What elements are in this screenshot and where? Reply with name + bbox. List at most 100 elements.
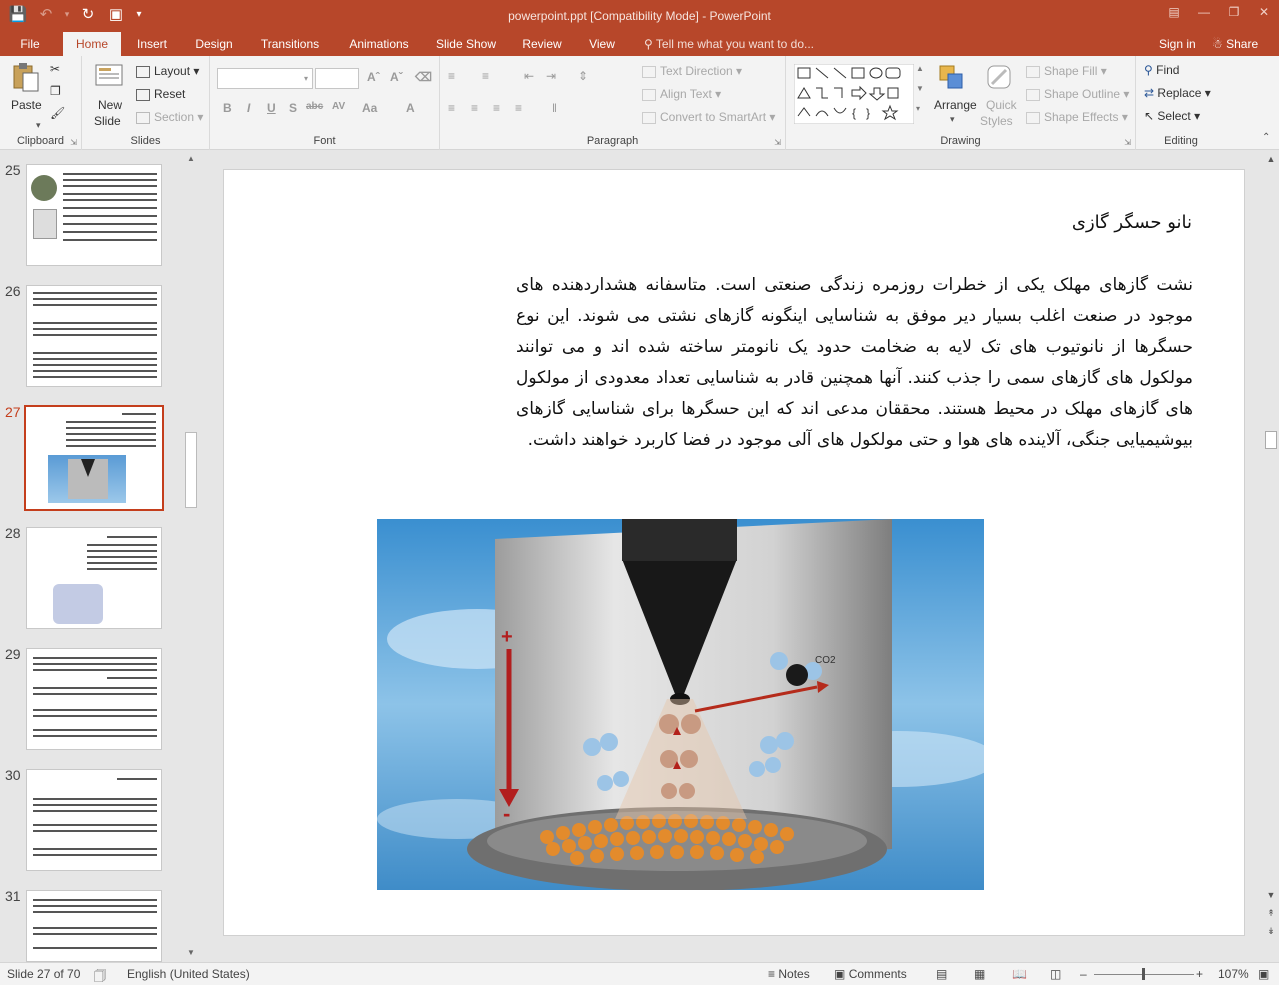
columns-icon[interactable]: ‖	[552, 101, 557, 115]
tab-animations[interactable]: Animations	[340, 32, 418, 56]
ribbon-display-icon[interactable]: ▤	[1159, 0, 1189, 24]
slide-scrollbar[interactable]: ▲ ▼ ↟ ↡	[1263, 150, 1279, 962]
format-painter-icon[interactable]: 🖌	[50, 106, 65, 120]
italic-icon[interactable]: I	[247, 101, 250, 115]
align-left-icon[interactable]: ≡	[448, 101, 455, 115]
bold-icon[interactable]: B	[223, 101, 232, 115]
reading-view-icon[interactable]: 📖	[1012, 967, 1027, 981]
tab-slide-show[interactable]: Slide Show	[430, 32, 502, 56]
slide-thumbnail-28[interactable]	[26, 527, 162, 629]
slide-thumbnail-26[interactable]	[26, 285, 162, 387]
language-status[interactable]: English (United States)	[127, 967, 250, 981]
reset-button[interactable]: Reset	[136, 87, 185, 101]
paragraph-dialog-launcher-icon[interactable]: ⇲	[774, 138, 781, 147]
restore-icon[interactable]: ❐	[1219, 0, 1249, 24]
select-button[interactable]: ↖ Select ▾	[1144, 109, 1200, 123]
scrollbar-thumb[interactable]	[185, 432, 197, 508]
arrange-dropdown-icon[interactable]: ▾	[950, 114, 955, 125]
shapes-scroll-down-icon[interactable]: ▼	[916, 84, 924, 93]
paste-button[interactable]: Paste	[11, 98, 42, 112]
dialog-launcher-icon[interactable]: ⇲	[70, 138, 77, 147]
bullets-icon[interactable]: ≡	[448, 69, 455, 83]
font-color-icon[interactable]: A	[406, 101, 415, 115]
zoom-out-icon[interactable]: –	[1080, 967, 1087, 981]
gas-sensor-image[interactable]: CO2 + -	[377, 519, 984, 890]
change-case-icon[interactable]: Aa	[362, 101, 377, 115]
section-button[interactable]: Section ▾	[136, 110, 203, 124]
slide-body-text[interactable]: نشت گازهای مهلک یکی از خطرات روزمره زندگ…	[516, 270, 1193, 456]
shapes-more-icon[interactable]: ▾	[916, 104, 920, 113]
spell-check-icon[interactable]: 🗍	[94, 967, 106, 985]
arrange-button[interactable]: Arrange	[934, 98, 977, 112]
scroll-down-icon[interactable]: ▼	[184, 946, 198, 960]
shapes-scroll-up-icon[interactable]: ▲	[916, 64, 924, 73]
text-shadow-icon[interactable]: S	[289, 101, 297, 115]
minimize-icon[interactable]: —	[1189, 0, 1219, 24]
slide-thumbnail-29[interactable]	[26, 648, 162, 750]
clear-formatting-icon[interactable]: ⌫	[415, 70, 432, 84]
cut-icon[interactable]: ✂	[50, 62, 60, 76]
shape-fill-button[interactable]: Shape Fill ▾	[1026, 64, 1107, 78]
paste-dropdown-icon[interactable]: ▾	[36, 120, 41, 131]
tab-insert[interactable]: Insert	[130, 32, 174, 56]
scrollbar-thumb[interactable]	[1265, 431, 1277, 449]
strikethrough-icon[interactable]: abc	[306, 101, 323, 112]
tell-me-box[interactable]: ⚲ Tell me what you want to do...	[644, 32, 814, 56]
next-slide-icon[interactable]: ↡	[1265, 926, 1277, 937]
line-spacing-icon[interactable]: ⇕	[578, 69, 588, 83]
zoom-slider-handle[interactable]	[1142, 968, 1145, 980]
scroll-down-icon[interactable]: ▼	[1265, 890, 1277, 900]
shapes-gallery[interactable]: { }	[794, 64, 914, 124]
sign-in-link[interactable]: Sign in	[1159, 32, 1196, 56]
comments-button[interactable]: ▣ Comments	[834, 967, 907, 981]
increase-indent-icon[interactable]: ⇥	[546, 69, 556, 83]
notes-button[interactable]: ≡ Notes	[768, 967, 810, 981]
share-button[interactable]: ☃ Share	[1212, 32, 1258, 56]
thumbnails-scrollbar[interactable]: ▲ ▼	[184, 150, 198, 962]
find-button[interactable]: ⚲ Find	[1144, 63, 1179, 77]
justify-icon[interactable]: ≡	[515, 101, 522, 115]
character-spacing-icon[interactable]: AV	[332, 101, 345, 112]
increase-font-icon[interactable]: Aˆ	[367, 70, 380, 84]
layout-button[interactable]: Layout ▾	[136, 64, 199, 78]
font-name-combo[interactable]	[217, 68, 313, 89]
tab-file[interactable]: File	[10, 32, 50, 56]
close-icon[interactable]: ✕	[1249, 0, 1279, 24]
slide-thumbnail-25[interactable]	[26, 164, 162, 266]
align-right-icon[interactable]: ≡	[493, 101, 500, 115]
new-slide-button[interactable]: New	[98, 98, 122, 112]
shape-effects-button[interactable]: Shape Effects ▾	[1026, 110, 1128, 124]
quick-styles-button[interactable]: Quick	[986, 98, 1017, 112]
slide-thumbnail-30[interactable]	[26, 769, 162, 871]
tab-view[interactable]: View	[582, 32, 622, 56]
decrease-font-icon[interactable]: Aˇ	[390, 70, 403, 84]
slide-thumbnail-27[interactable]	[24, 405, 164, 511]
fit-to-window-icon[interactable]: ▣	[1258, 967, 1269, 981]
collapse-ribbon-icon[interactable]: ⌃	[1262, 132, 1270, 143]
font-name-dropdown-icon[interactable]: ▾	[300, 68, 313, 89]
scroll-up-icon[interactable]: ▲	[184, 152, 198, 166]
text-direction-button[interactable]: Text Direction ▾	[642, 64, 742, 78]
slide-sorter-icon[interactable]: ▦	[974, 967, 985, 981]
scroll-up-icon[interactable]: ▲	[1265, 154, 1277, 164]
tab-home[interactable]: Home	[63, 32, 121, 56]
tab-transitions[interactable]: Transitions	[252, 32, 328, 56]
quick-styles-button-line2[interactable]: Styles	[980, 114, 1013, 128]
decrease-indent-icon[interactable]: ⇤	[524, 69, 534, 83]
tab-review[interactable]: Review	[514, 32, 570, 56]
zoom-level[interactable]: 107%	[1218, 967, 1249, 981]
numbering-icon[interactable]: ≡	[482, 69, 489, 83]
copy-icon[interactable]: ❐	[50, 84, 61, 98]
tab-design[interactable]: Design	[188, 32, 240, 56]
drawing-dialog-launcher-icon[interactable]: ⇲	[1124, 138, 1131, 147]
slide[interactable]: نانو حسگر گازی نشت گازهای مهلک یکی از خط…	[223, 169, 1245, 936]
convert-smartart-button[interactable]: Convert to SmartArt ▾	[642, 110, 775, 124]
underline-icon[interactable]: U	[267, 101, 276, 115]
font-size-combo[interactable]	[315, 68, 359, 89]
zoom-in-icon[interactable]: +	[1196, 967, 1203, 981]
slide-title[interactable]: نانو حسگر گازی	[1072, 212, 1192, 233]
align-text-button[interactable]: Align Text ▾	[642, 87, 721, 101]
align-center-icon[interactable]: ≡	[471, 101, 478, 115]
normal-view-icon[interactable]: ▤	[936, 967, 947, 981]
previous-slide-icon[interactable]: ↟	[1265, 908, 1277, 919]
